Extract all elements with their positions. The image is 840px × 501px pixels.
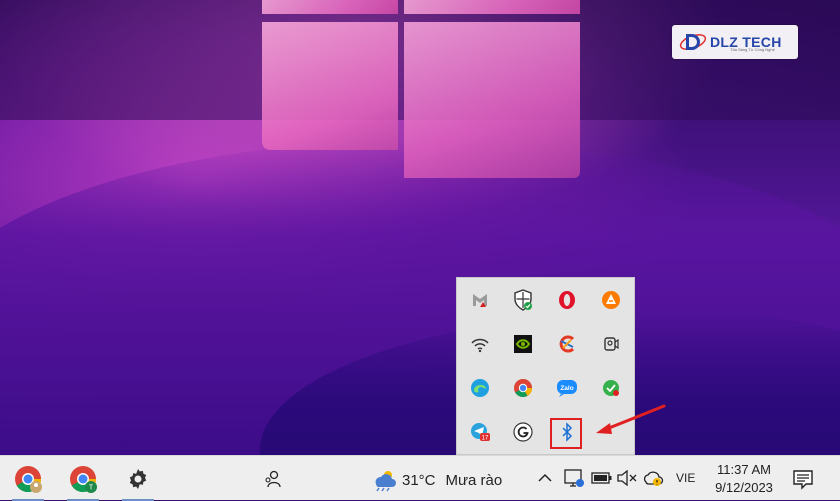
logo-pane	[404, 22, 580, 178]
weather-condition: Mưa rào	[445, 471, 503, 489]
mcafee-icon[interactable]	[465, 285, 495, 315]
weather-widget[interactable]: 31°C Mưa rào	[370, 468, 502, 492]
clock-time: 11:37 AM	[717, 462, 771, 477]
show-hidden-icons-button[interactable]	[536, 466, 554, 490]
input-language[interactable]: VIE	[676, 471, 695, 485]
action-center-icon	[793, 470, 813, 490]
red-arrow-annotation	[590, 400, 670, 445]
taskbar-chrome-profile-2[interactable]: T	[65, 462, 101, 501]
wifi-icon[interactable]	[465, 329, 495, 359]
desktop-wallpaper	[0, 0, 840, 455]
taskbar-chrome-profile-1[interactable]	[10, 462, 46, 501]
rain-cloud-icon	[375, 471, 396, 492]
network-button[interactable]	[561, 466, 587, 490]
battery-icon	[591, 472, 612, 484]
chrome-icon[interactable]	[508, 373, 538, 403]
meet-now-icon[interactable]	[596, 329, 626, 359]
bluetooth-highlight-box	[550, 418, 582, 449]
zalo-label: Zalo	[560, 385, 573, 392]
watermark-tagline: Tỏa Sáng Từ Công Nghệ	[730, 47, 775, 52]
check-badge-icon[interactable]	[596, 373, 626, 403]
telegram-badge: 17	[482, 436, 489, 442]
settings-icon	[129, 469, 147, 489]
dlz-logo-icon	[678, 27, 708, 57]
people-button[interactable]	[255, 462, 291, 496]
onedrive-button[interactable]	[641, 466, 665, 490]
clock[interactable]: 11:37 AM 9/12/2023	[706, 461, 782, 497]
people-icon	[265, 470, 281, 488]
telegram-icon[interactable]: 17	[465, 417, 495, 447]
edge-icon[interactable]	[465, 373, 495, 403]
chrome-icon: T	[70, 466, 97, 493]
weather-temperature: 31°C	[402, 471, 436, 489]
dlz-tech-watermark: DLZ TECH Tỏa Sáng Từ Công Nghệ	[672, 25, 798, 59]
clock-date: 9/12/2023	[715, 480, 773, 495]
opera-icon[interactable]	[552, 285, 582, 315]
volume-muted-icon	[617, 470, 637, 486]
onedrive-icon	[643, 471, 664, 486]
ccleaner-icon[interactable]	[552, 329, 582, 359]
network-icon	[564, 469, 584, 487]
battery-button[interactable]	[590, 466, 614, 490]
logo-pane	[404, 0, 580, 14]
nvidia-icon[interactable]	[508, 329, 538, 359]
logo-pane	[262, 0, 398, 14]
svg-text:T: T	[89, 485, 94, 492]
windows-security-icon[interactable]	[508, 285, 538, 315]
logo-pane	[262, 22, 398, 150]
grammarly-icon[interactable]	[508, 417, 538, 447]
chevron-up-icon	[538, 473, 552, 482]
taskbar: T 31°C Mưa rào VIE 11:37 AM 9/12/2023	[0, 455, 840, 501]
taskbar-settings[interactable]	[120, 462, 156, 501]
volume-button[interactable]	[615, 466, 639, 490]
chrome-icon	[15, 466, 42, 493]
avast-icon[interactable]	[596, 285, 626, 315]
zalo-icon[interactable]: Zalo	[552, 373, 582, 403]
action-center-button[interactable]	[792, 468, 814, 495]
